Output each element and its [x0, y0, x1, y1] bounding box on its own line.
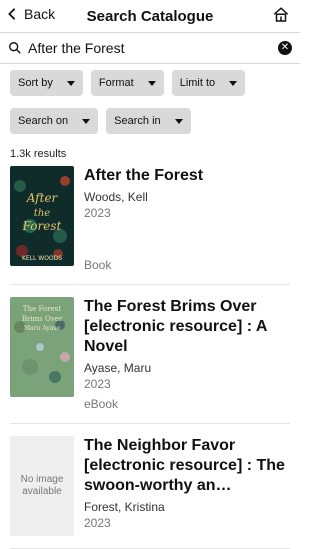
book-title[interactable]: The Forest Brims Over [electronic resour…	[84, 297, 290, 357]
book-title[interactable]: The Neighbor Favor [electronic resource]…	[84, 436, 290, 496]
book-title[interactable]: After the Forest	[84, 166, 290, 186]
search-in-label: Search in	[114, 115, 161, 127]
book-cover[interactable]: The Forest Brims Over Maru Ayase	[10, 297, 74, 397]
sort-by-label: Sort by	[18, 77, 53, 89]
cover-author: KELL WOODS	[22, 255, 62, 262]
search-icon	[9, 42, 21, 54]
sort-by-dropdown[interactable]: Sort by	[10, 70, 83, 96]
book-author: Forest, Kristina	[84, 500, 165, 514]
chevron-down-icon	[66, 80, 75, 86]
search-bar: ✕	[0, 32, 300, 64]
result-item[interactable]: The Forest Brims Over Maru Ayase The For…	[10, 297, 290, 424]
chevron-left-icon	[8, 8, 16, 20]
chevron-down-icon	[174, 118, 183, 124]
book-year: 2023	[84, 377, 111, 391]
search-input[interactable]	[28, 40, 272, 56]
chevron-down-icon	[147, 80, 156, 86]
home-button[interactable]	[272, 6, 290, 24]
filters: Sort by Format Limit to Search on Search…	[0, 64, 300, 134]
limit-to-label: Limit to	[179, 77, 216, 89]
book-cover-art: The Forest Brims Over Maru Ayase	[10, 297, 74, 397]
results-count: 1.3k results	[10, 148, 67, 160]
search-in-dropdown[interactable]: Search in	[106, 108, 191, 134]
book-year: 2023	[84, 206, 111, 220]
chevron-down-icon	[82, 118, 91, 124]
cover-title-line1: After	[26, 191, 59, 205]
filters-row-2: Search on Search in	[10, 108, 290, 134]
results-list: After the Forest KELL WOODS After the Fo…	[0, 166, 300, 549]
book-cover-art: After the Forest KELL WOODS	[10, 166, 74, 266]
result-item[interactable]: No image available The Neighbor Favor [e…	[10, 436, 290, 549]
no-image-placeholder[interactable]: No image available	[10, 436, 74, 536]
clear-search-button[interactable]: ✕	[278, 41, 292, 55]
home-icon	[273, 7, 289, 22]
cover-title-line2: Brims Over	[22, 315, 63, 323]
search-on-dropdown[interactable]: Search on	[10, 108, 99, 134]
book-year: 2023	[84, 516, 111, 530]
book-author: Ayase, Maru	[84, 361, 152, 375]
cover-title-line1: The Forest	[23, 305, 61, 313]
header: Back Search Catalogue	[0, 0, 300, 32]
filters-row-1: Sort by Format Limit to	[10, 70, 290, 96]
cover-author: Maru Ayase	[24, 325, 60, 332]
back-label: Back	[24, 6, 56, 22]
book-format: eBook	[84, 397, 119, 411]
result-info: After the Forest Woods, Kell 2023 Book	[84, 166, 290, 272]
chevron-down-icon	[229, 80, 238, 86]
book-format: Book	[84, 258, 112, 272]
book-cover[interactable]: After the Forest KELL WOODS	[10, 166, 74, 266]
result-info: The Neighbor Favor [electronic resource]…	[84, 436, 290, 536]
cover-title-line3: Forest	[22, 219, 62, 233]
format-dropdown[interactable]: Format	[90, 70, 164, 96]
page-title: Search Catalogue	[86, 7, 214, 25]
format-label: Format	[98, 77, 134, 89]
book-author: Woods, Kell	[84, 190, 148, 204]
back-button[interactable]: Back	[6, 6, 55, 22]
result-item[interactable]: After the Forest KELL WOODS After the Fo…	[10, 166, 290, 285]
cover-title-line2: the	[34, 208, 50, 219]
close-icon: ✕	[280, 42, 290, 53]
limit-to-dropdown[interactable]: Limit to	[171, 70, 246, 96]
search-on-label: Search on	[18, 115, 69, 127]
result-info: The Forest Brims Over [electronic resour…	[84, 297, 290, 411]
no-image-text: No image available	[20, 474, 64, 497]
